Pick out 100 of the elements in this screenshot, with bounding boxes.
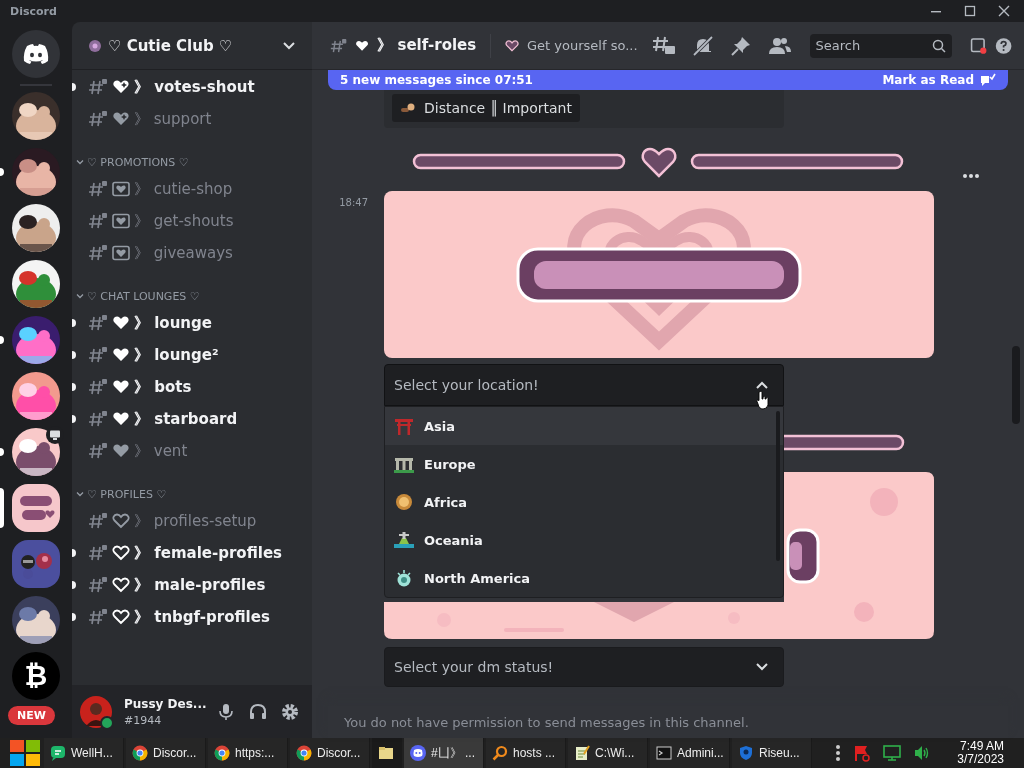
heart-icon xyxy=(504,37,520,54)
channel-item[interactable]: 》 profiles-setup xyxy=(80,506,304,536)
overflow-dots-icon[interactable] xyxy=(835,744,842,762)
discord-icon xyxy=(410,745,426,761)
hash-icon xyxy=(88,244,108,262)
hash-icon xyxy=(88,544,108,562)
mark-read-icon[interactable] xyxy=(980,73,996,87)
taskbar-item[interactable]: Discor... xyxy=(126,738,206,768)
channel-item[interactable]: 》 vent xyxy=(80,436,304,466)
server-folder[interactable] xyxy=(12,540,60,588)
mark-as-read-link[interactable]: Mark as Read xyxy=(882,73,974,87)
taskbar-item[interactable]: C:\Wi... xyxy=(568,738,648,768)
lion-icon xyxy=(394,492,414,512)
hash-icon xyxy=(88,78,108,96)
channel-item[interactable]: 》 support xyxy=(80,104,304,134)
server-name: ♡ Cutie Club ♡ xyxy=(108,36,233,55)
taskbar-item[interactable]: #凵》 ... xyxy=(404,738,484,768)
channel-item[interactable]: 》 bots xyxy=(80,372,304,402)
settings-icon[interactable] xyxy=(280,701,300,722)
channel-item[interactable]: 》 tnbgf-profiles xyxy=(80,602,304,632)
pin-icon[interactable] xyxy=(729,34,752,57)
taskbar-item[interactable]: Admini... xyxy=(650,738,730,768)
folder-icon xyxy=(378,745,394,761)
channel-item[interactable]: 》 lounge xyxy=(80,308,304,338)
channel-item[interactable]: 》 female-profiles xyxy=(80,538,304,568)
message-timestamp: 18:47 xyxy=(338,197,369,210)
channel-title: 》 self-roles xyxy=(377,36,477,55)
category-label[interactable]: ♡ CHAT LOUNGES ♡ xyxy=(87,289,200,303)
heart-icon xyxy=(112,347,130,363)
taskbar-item[interactable]: Discor... xyxy=(290,738,370,768)
collapse-caret-icon[interactable] xyxy=(76,292,84,300)
heart-icon xyxy=(112,513,130,529)
search-field[interactable]: Search xyxy=(809,33,952,58)
close-icon[interactable] xyxy=(998,5,1010,17)
threads-icon[interactable] xyxy=(651,34,676,57)
collapse-caret-icon[interactable] xyxy=(76,490,84,498)
channel-item[interactable]: 》 votes-shout xyxy=(80,72,304,102)
taskbar-item[interactable]: WellH... xyxy=(44,738,124,768)
taskbar-item[interactable]: hosts ... xyxy=(486,738,566,768)
statue-icon xyxy=(394,568,414,588)
heart-icon xyxy=(112,315,130,331)
message-input[interactable]: You do not have permission to send messages in this channel. xyxy=(328,706,1008,738)
more-options-icon[interactable] xyxy=(962,173,980,179)
heart-icon xyxy=(112,609,130,625)
dropdown-option[interactable]: Oceania xyxy=(385,521,783,559)
gate-icon xyxy=(394,416,414,436)
dropdown-option[interactable]: North America xyxy=(385,559,783,597)
microphone-icon[interactable] xyxy=(216,701,236,722)
taskbar-item[interactable]: Riseu... xyxy=(732,738,812,768)
hash-icon xyxy=(88,346,108,364)
clock-time[interactable]: 7:49 AM xyxy=(959,740,1004,753)
scrollbar-thumb[interactable] xyxy=(1012,346,1020,424)
dropdown-option[interactable]: Asia xyxy=(385,407,783,445)
shield-icon xyxy=(738,745,754,761)
muted-bell-icon[interactable] xyxy=(691,34,714,57)
hash-icon xyxy=(88,378,108,396)
hash-icon xyxy=(88,314,108,332)
hand-cursor-icon xyxy=(756,390,770,410)
chevron-up-icon xyxy=(755,380,769,390)
dropdown-option[interactable]: Europe xyxy=(385,445,783,483)
channel-item[interactable]: 》 giveaways xyxy=(80,238,304,268)
user-tag: #1944 xyxy=(124,712,162,728)
dm-status-select[interactable]: Select your dm status! xyxy=(384,647,784,687)
flag-icon[interactable] xyxy=(853,744,872,762)
hash-icon xyxy=(88,410,108,428)
clock-date[interactable]: 3/7/2023 xyxy=(957,753,1004,766)
heart-icon xyxy=(112,577,130,593)
channel-item[interactable]: 》 lounge² xyxy=(80,340,304,370)
avatar[interactable] xyxy=(80,695,112,728)
heart-icon xyxy=(112,79,130,95)
windows-start-icon[interactable] xyxy=(8,738,42,768)
notepad-icon xyxy=(574,745,590,761)
chevron-down-icon xyxy=(282,40,296,51)
new-messages-text: 5 new messages since 07:51 xyxy=(340,73,534,87)
channel-item[interactable]: 》 male-profiles xyxy=(80,570,304,600)
channel-topic[interactable]: Get yourself so... xyxy=(527,38,638,53)
location-select[interactable]: Select your location! xyxy=(384,364,784,406)
hash-icon xyxy=(88,576,108,594)
collapse-caret-icon[interactable] xyxy=(76,158,84,166)
headphones-icon[interactable] xyxy=(248,701,268,722)
channel-item[interactable]: 》 starboard xyxy=(80,404,304,434)
browser-icon xyxy=(296,745,312,761)
new-messages-bar[interactable]: 5 new messages since 07:51 Mark as Read xyxy=(328,70,1008,90)
browser-icon xyxy=(132,745,148,761)
new-badge: NEW xyxy=(8,706,55,725)
taskbar-item[interactable]: https:... xyxy=(208,738,288,768)
category-label[interactable]: ♡ PROMOTIONS ♡ xyxy=(87,155,189,169)
dropdown-option[interactable]: Africa xyxy=(385,483,783,521)
taskbar-item[interactable] xyxy=(372,738,402,768)
role-button[interactable]: Distance ║ Important xyxy=(392,94,580,122)
bitcoin-server-icon[interactable]: ₿ xyxy=(12,652,60,700)
statue-icon xyxy=(394,530,414,550)
maximize-icon[interactable] xyxy=(964,5,976,17)
network-monitor-icon[interactable] xyxy=(883,744,902,762)
channel-item[interactable]: 》 get-shouts xyxy=(80,206,304,236)
discord-logo-icon[interactable] xyxy=(12,30,60,78)
hash-icon xyxy=(88,442,108,460)
category-label[interactable]: ♡ PROFILES ♡ xyxy=(87,487,167,501)
hash-icon xyxy=(88,512,108,530)
channel-item[interactable]: 》 cutie-shop xyxy=(80,174,304,204)
